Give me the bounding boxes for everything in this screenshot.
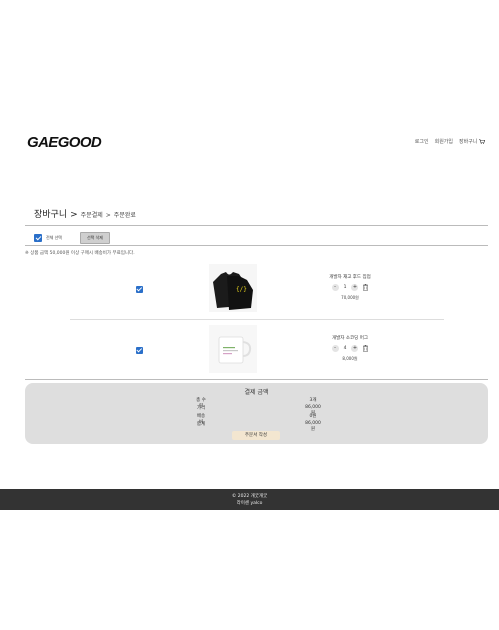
- item-info: 개발자 재고 후드 집업 - 1 + 70,000원: [310, 274, 390, 301]
- summary-value: 0원: [309, 414, 317, 419]
- hoodie-image: {/}: [209, 264, 257, 312]
- decrease-button[interactable]: -: [331, 284, 339, 291]
- footer-copyright: © 2022 개굿개굿: [231, 494, 268, 499]
- increase-button[interactable]: +: [351, 284, 359, 291]
- item-name: 개발자 재고 후드 집업: [329, 275, 371, 280]
- cart-link-label: 장바구니: [459, 139, 478, 145]
- select-all-checkbox[interactable]: [34, 234, 42, 242]
- payment-summary: 결제 금액 총 수량 3개 가격 86,000원 배송비 0원 합계 86,00…: [25, 383, 488, 444]
- svg-text:{/}: {/}: [236, 286, 247, 293]
- summary-label: 가격: [196, 406, 206, 411]
- item-info: 개발자 소코딩 머그 - 4 + 8,000원: [310, 335, 390, 362]
- trash-icon[interactable]: [363, 345, 369, 352]
- cart-item: 개발자 소코딩 머그 - 4 + 8,000원: [70, 325, 444, 383]
- breadcrumb-separator: >: [70, 210, 78, 220]
- divider: [25, 379, 488, 380]
- breadcrumb-separator: >: [105, 212, 111, 219]
- summary-label: 합계: [196, 422, 206, 427]
- summary-title: 결제 금액: [244, 389, 269, 396]
- increase-button[interactable]: +: [351, 345, 359, 352]
- cart-link[interactable]: 장바구니: [459, 138, 485, 145]
- item-checkbox[interactable]: [136, 347, 143, 354]
- item-checkbox[interactable]: [136, 286, 143, 293]
- product-image-mug: [209, 325, 257, 373]
- login-link[interactable]: 로그인: [415, 138, 429, 145]
- breadcrumb-step-complete: 주문완료: [113, 212, 136, 219]
- item-price: 70,000원: [341, 295, 359, 300]
- summary-value: 3개: [309, 398, 317, 403]
- mug-image: [209, 325, 257, 373]
- item-name: 개발자 소코딩 머그: [332, 336, 368, 341]
- item-price: 8,000원: [342, 356, 358, 361]
- delete-selected-button[interactable]: 선택 삭제: [80, 232, 110, 244]
- site-logo[interactable]: GAEGOOD: [27, 134, 102, 151]
- shipping-notice: ※ 상품 금액 50,000원 이상 구매시 배송비가 무료입니다.: [25, 251, 135, 256]
- select-bar: 전체 선택 선택 삭제: [34, 232, 110, 244]
- trash-icon[interactable]: [363, 284, 369, 291]
- breadcrumb-step-payment: 주문결제: [80, 212, 103, 219]
- quantity-value: 4: [343, 346, 347, 351]
- divider: [25, 245, 488, 246]
- quantity-stepper: - 4 +: [310, 345, 390, 352]
- select-all-label: 전체 선택: [46, 235, 62, 240]
- order-button[interactable]: 주문서 작성: [232, 431, 280, 440]
- divider: [25, 225, 488, 226]
- top-nav: 로그인 회원가입 장바구니: [415, 138, 485, 145]
- page-title: 장바구니: [34, 210, 68, 220]
- cart-item: {/} 개발자 재고 후드 집업 - 1 + 70,000원: [70, 264, 444, 322]
- footer-license: 라이센 yalco: [236, 501, 263, 506]
- cart-icon: [479, 139, 485, 144]
- footer: © 2022 개굿개굿 라이센 yalco: [0, 489, 499, 510]
- quantity-value: 1: [343, 285, 347, 290]
- product-image-hoodie: {/}: [209, 264, 257, 312]
- decrease-button[interactable]: -: [331, 345, 339, 352]
- quantity-stepper: - 1 +: [310, 284, 390, 291]
- signup-link[interactable]: 회원가입: [435, 138, 453, 145]
- summary-value: 86,000원: [305, 421, 321, 432]
- item-divider: [70, 319, 444, 320]
- breadcrumb: 장바구니 > 주문결제 > 주문완료: [34, 207, 136, 220]
